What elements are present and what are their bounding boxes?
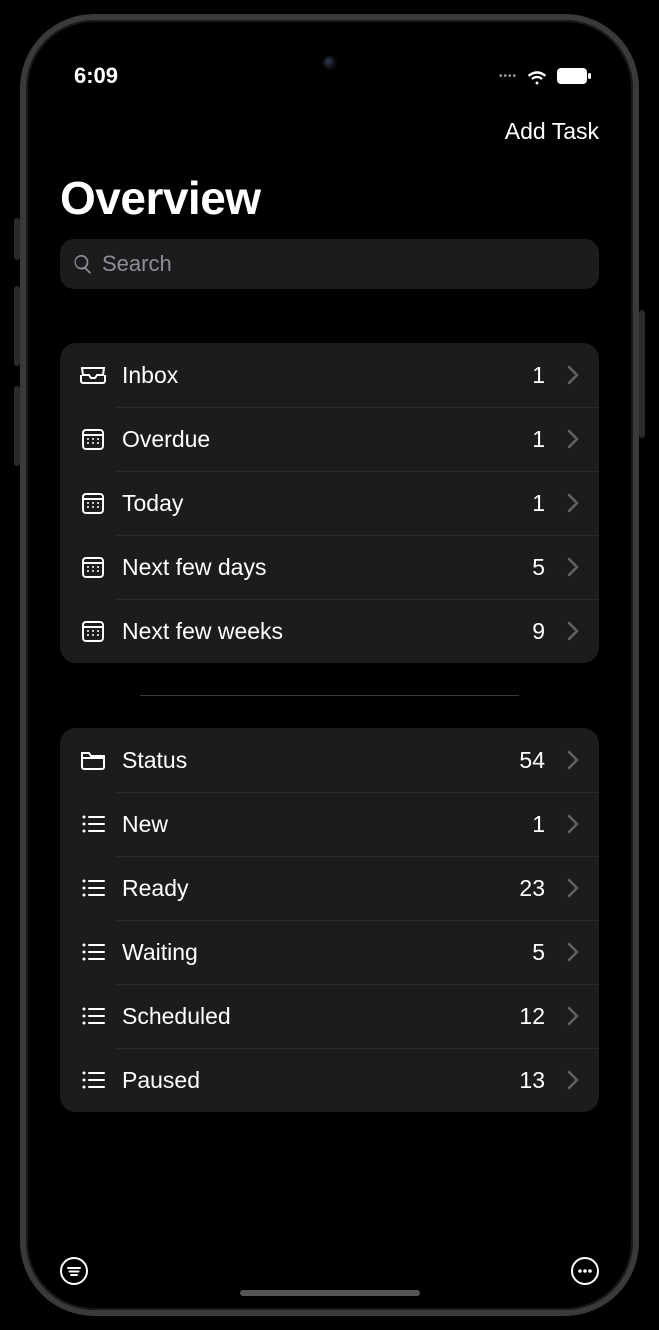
list-section: Status 54 New 1 Ready 23 Waiting 5 Scheduled 12 Pa… (60, 728, 599, 1112)
chevron-right-icon (567, 878, 579, 898)
row-count: 23 (519, 875, 545, 902)
row-count: 54 (519, 747, 545, 774)
row-count: 5 (532, 939, 545, 966)
list-icon (80, 1006, 106, 1026)
row-count: 13 (519, 1067, 545, 1094)
row-count: 1 (532, 490, 545, 517)
row-label: Status (122, 747, 503, 774)
battery-icon (557, 68, 591, 84)
phone-volume-up (14, 286, 20, 366)
screen: 6:09 •••• Add Task Overview Inbox1Overdu… (26, 20, 633, 1310)
list-row-next-few-weeks[interactable]: Next few weeks 9 (60, 599, 599, 663)
nav-bar: Add Task (26, 100, 633, 155)
row-label: Inbox (122, 362, 516, 389)
wifi-icon (525, 67, 549, 85)
phone-mute-switch (14, 218, 20, 260)
status-time: 6:09 (74, 63, 118, 89)
list-row-scheduled[interactable]: Scheduled 12 (60, 984, 599, 1048)
chevron-right-icon (567, 621, 579, 641)
row-label: Scheduled (122, 1003, 503, 1030)
row-count: 5 (532, 554, 545, 581)
row-count: 1 (532, 811, 545, 838)
chevron-right-icon (567, 365, 579, 385)
chevron-right-icon (567, 429, 579, 449)
list-row-today[interactable]: Today 1 (60, 471, 599, 535)
list-icon (80, 942, 106, 962)
phone-volume-down (14, 386, 20, 466)
list-row-overdue[interactable]: Overdue 1 (60, 407, 599, 471)
more-button[interactable] (565, 1251, 605, 1291)
row-label: New (122, 811, 516, 838)
list-section: Inbox1Overdue1Today1Next few days5Next f… (60, 343, 599, 663)
chevron-right-icon (567, 814, 579, 834)
folder-icon (80, 749, 106, 771)
front-camera (323, 56, 337, 70)
chevron-right-icon (567, 942, 579, 962)
row-count: 12 (519, 1003, 545, 1030)
calendar-icon (80, 427, 106, 451)
add-task-button[interactable]: Add Task (505, 118, 599, 145)
home-indicator[interactable] (240, 1290, 420, 1296)
chevron-right-icon (567, 750, 579, 770)
row-label: Overdue (122, 426, 516, 453)
chevron-right-icon (567, 1006, 579, 1026)
phone-side-button (639, 310, 645, 438)
calendar-icon (80, 619, 106, 643)
list-icon (80, 1070, 106, 1090)
row-count: 9 (532, 618, 545, 645)
chevron-right-icon (567, 493, 579, 513)
bottom-toolbar (26, 1232, 633, 1310)
section-separator (140, 695, 519, 696)
chevron-right-icon (567, 1070, 579, 1090)
list-row-ready[interactable]: Ready 23 (60, 856, 599, 920)
list-row-waiting[interactable]: Waiting 5 (60, 920, 599, 984)
search-field[interactable] (60, 239, 599, 289)
list-row-next-few-days[interactable]: Next few days 5 (60, 535, 599, 599)
chevron-right-icon (567, 557, 579, 577)
row-label: Waiting (122, 939, 516, 966)
list-row-inbox[interactable]: Inbox 1 (60, 343, 599, 407)
row-label: Next few weeks (122, 618, 516, 645)
list-row-status[interactable]: Status 54 (60, 728, 599, 792)
search-container (26, 239, 633, 299)
overview-list[interactable]: Inbox1Overdue1Today1Next few days5Next f… (26, 299, 633, 1232)
calendar-icon (80, 555, 106, 579)
list-icon (80, 878, 106, 898)
search-icon (72, 253, 94, 275)
list-row-paused[interactable]: Paused 13 (60, 1048, 599, 1112)
filter-button[interactable] (54, 1251, 94, 1291)
cellular-dots-icon: •••• (499, 71, 517, 82)
list-icon (80, 814, 106, 834)
row-label: Ready (122, 875, 503, 902)
inbox-icon (80, 364, 106, 386)
row-count: 1 (532, 426, 545, 453)
row-count: 1 (532, 362, 545, 389)
calendar-icon (80, 491, 106, 515)
status-indicators: •••• (499, 67, 591, 85)
page-title: Overview (26, 155, 633, 239)
row-label: Paused (122, 1067, 503, 1094)
row-label: Today (122, 490, 516, 517)
list-row-new[interactable]: New 1 (60, 792, 599, 856)
row-label: Next few days (122, 554, 516, 581)
search-input[interactable] (102, 251, 587, 277)
